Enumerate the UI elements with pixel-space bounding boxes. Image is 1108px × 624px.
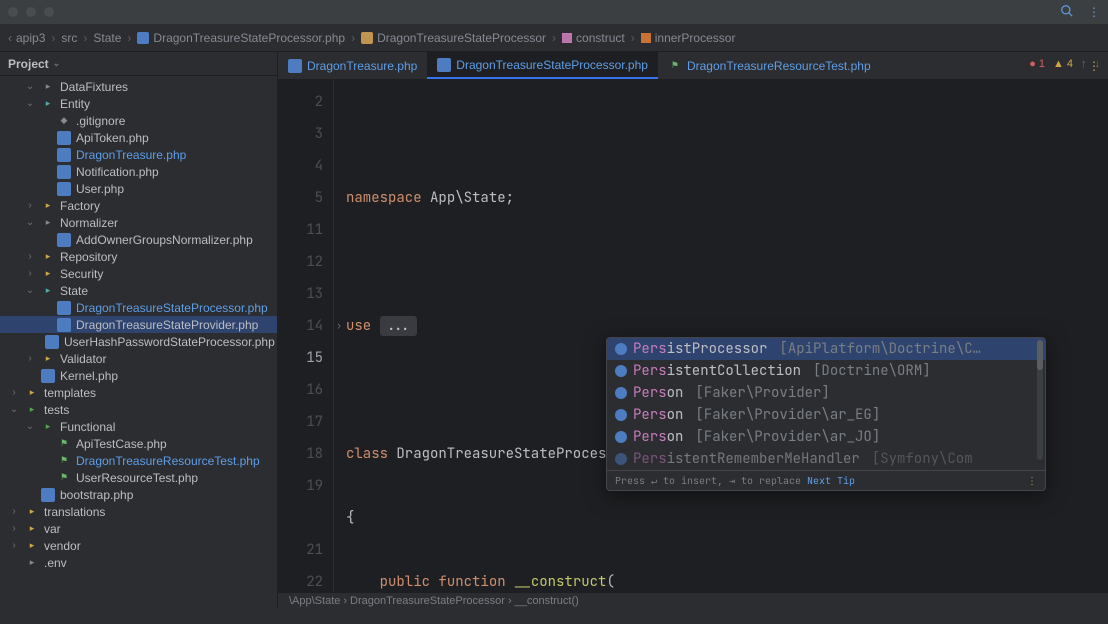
chevron-icon: › — [8, 523, 20, 534]
chevron-icon: › — [8, 506, 20, 517]
tree-item[interactable]: ⚑UserResourceTest.php — [0, 469, 277, 486]
error-pill[interactable]: ● 1 — [1029, 58, 1045, 70]
bc-class[interactable]: DragonTreasureStateProcessor — [361, 31, 546, 45]
tabs: DragonTreasure.php DragonTreasureStatePr… — [278, 52, 1108, 80]
main: Project ⌄ ⌄▸DataFixtures⌄▸Entity◆.gitign… — [0, 52, 1108, 608]
tree-item[interactable]: ›▸templates — [0, 384, 277, 401]
tree-item[interactable]: ⚑ApiTestCase.php — [0, 435, 277, 452]
tree-item[interactable]: ⌄▸Functional — [0, 418, 277, 435]
class-icon — [615, 409, 627, 421]
autocomplete-item[interactable]: PersistProcessor[ApiPlatform\Doctrine\C… — [607, 338, 1045, 360]
tab-dragontreasure[interactable]: DragonTreasure.php — [278, 52, 427, 79]
chevron-icon: ⌄ — [24, 217, 36, 228]
tree-item[interactable]: Notification.php — [0, 163, 277, 180]
window-maximize[interactable] — [44, 7, 54, 17]
chevron-icon: ⌄ — [8, 404, 20, 415]
tree-item[interactable]: ApiToken.php — [0, 129, 277, 146]
class-icon — [615, 453, 627, 465]
tree-item[interactable]: ›▸Validator — [0, 350, 277, 367]
autocomplete-item[interactable]: PersistentCollection[Doctrine\ORM] — [607, 360, 1045, 382]
titlebar: ⋮ — [0, 0, 1108, 24]
bottom-breadcrumb: \App\State › DragonTreasureStateProcesso… — [278, 592, 1108, 608]
chevron-icon: ⌄ — [24, 81, 36, 92]
tree-item[interactable]: UserHashPasswordStateProcessor.php — [0, 333, 277, 350]
tab-resourcetest[interactable]: ⚑ DragonTreasureResourceTest.php — [658, 52, 881, 79]
breadcrumb: ‹ apip3 › src › State › DragonTreasureSt… — [0, 24, 1108, 52]
chevron-icon: › — [24, 251, 36, 262]
next-issue[interactable]: ↓ — [1095, 58, 1101, 70]
tree-item[interactable]: ⌄▸Entity — [0, 95, 277, 112]
chevron-icon: ⌄ — [24, 421, 36, 432]
chevron-icon: › — [8, 387, 20, 398]
editor-area: DragonTreasure.php DragonTreasureStatePr… — [278, 52, 1108, 608]
tree-item[interactable]: ›▸translations — [0, 503, 277, 520]
php-icon — [437, 58, 451, 72]
bc-field[interactable]: innerProcessor — [641, 31, 736, 45]
tree-item[interactable]: ›▸Security — [0, 265, 277, 282]
tree-item[interactable]: ›▸vendor — [0, 537, 277, 554]
tree-item[interactable]: ⚑DragonTreasureResourceTest.php — [0, 452, 277, 469]
tree-item[interactable]: ›▸Repository — [0, 248, 277, 265]
test-icon: ⚑ — [668, 59, 682, 73]
bc-src[interactable]: src — [61, 31, 77, 45]
chevron-icon: › — [8, 540, 20, 551]
bc-method[interactable]: construct — [562, 31, 625, 45]
sidebar: Project ⌄ ⌄▸DataFixtures⌄▸Entity◆.gitign… — [0, 52, 278, 608]
tree-item[interactable]: ◆.gitignore — [0, 112, 277, 129]
class-icon — [615, 343, 627, 355]
inspection-status: ● 1 ▲ 4 ↑ ↓ — [1029, 58, 1100, 70]
class-icon — [615, 387, 627, 399]
bc-file[interactable]: DragonTreasureStateProcessor.php — [137, 31, 345, 45]
tree-item[interactable]: ⌄▸DataFixtures — [0, 78, 277, 95]
window-minimize[interactable] — [26, 7, 36, 17]
autocomplete-item[interactable]: Person[Faker\Provider] — [607, 382, 1045, 404]
code[interactable]: namespace App\State; ›use ... class Drag… — [334, 80, 993, 592]
php-icon — [288, 59, 302, 73]
class-icon — [615, 431, 627, 443]
autocomplete-menu-icon[interactable]: ⋮ — [1027, 474, 1037, 487]
autocomplete-popup[interactable]: PersistProcessor[ApiPlatform\Doctrine\C…… — [606, 337, 1046, 491]
tree-item[interactable]: ⌄▸Normalizer — [0, 214, 277, 231]
tree-item[interactable]: User.php — [0, 180, 277, 197]
class-icon — [615, 365, 627, 377]
warning-pill[interactable]: ▲ 4 — [1053, 58, 1073, 70]
tab-stateprocessor[interactable]: DragonTreasureStateProcessor.php — [427, 52, 658, 79]
chevron-icon: ⌄ — [24, 98, 36, 109]
chevron-icon: › — [24, 268, 36, 279]
tree-item[interactable]: ⌄▸tests — [0, 401, 277, 418]
next-tip-link[interactable]: Next Tip — [807, 474, 855, 487]
editor[interactable]: 2345111213141516171819212223 namespace A… — [278, 80, 1108, 592]
autocomplete-item[interactable]: Person[Faker\Provider\ar_JO] — [607, 426, 1045, 448]
tree-item[interactable]: Kernel.php — [0, 367, 277, 384]
tree-item[interactable]: ›▸var — [0, 520, 277, 537]
chevron-icon: › — [24, 353, 36, 364]
bc-state[interactable]: State — [93, 31, 121, 45]
window-close[interactable] — [8, 7, 18, 17]
chevron-icon: ⌄ — [24, 285, 36, 296]
search-icon[interactable] — [1060, 4, 1074, 21]
tree-item[interactable]: AddOwnerGroupsNormalizer.php — [0, 231, 277, 248]
tree-item[interactable]: ⌄▸State — [0, 282, 277, 299]
tree-item[interactable]: bootstrap.php — [0, 486, 277, 503]
tree-item[interactable]: ›▸Factory — [0, 197, 277, 214]
bc-apip3[interactable]: apip3 — [16, 31, 45, 45]
gutter: 2345111213141516171819212223 — [278, 80, 334, 592]
autocomplete-scrollbar[interactable] — [1037, 340, 1043, 460]
file-tree: ⌄▸DataFixtures⌄▸Entity◆.gitignoreApiToke… — [0, 76, 277, 606]
sidebar-header[interactable]: Project ⌄ — [0, 52, 277, 76]
autocomplete-item[interactable]: PersistentRememberMeHandler[Symfony\Com — [607, 448, 1045, 470]
prev-issue[interactable]: ↑ — [1081, 58, 1087, 70]
chevron-icon: › — [24, 200, 36, 211]
tree-item[interactable]: ▸.env — [0, 554, 277, 571]
autocomplete-item[interactable]: Person[Faker\Provider\ar_EG] — [607, 404, 1045, 426]
autocomplete-footer: Press ↵ to insert, ⇥ to replace Next Tip… — [607, 470, 1045, 490]
menu-icon[interactable]: ⋮ — [1088, 5, 1100, 19]
tree-item[interactable]: DragonTreasureStateProvider.php — [0, 316, 277, 333]
tree-item[interactable]: DragonTreasure.php — [0, 146, 277, 163]
tree-item[interactable]: DragonTreasureStateProcessor.php — [0, 299, 277, 316]
